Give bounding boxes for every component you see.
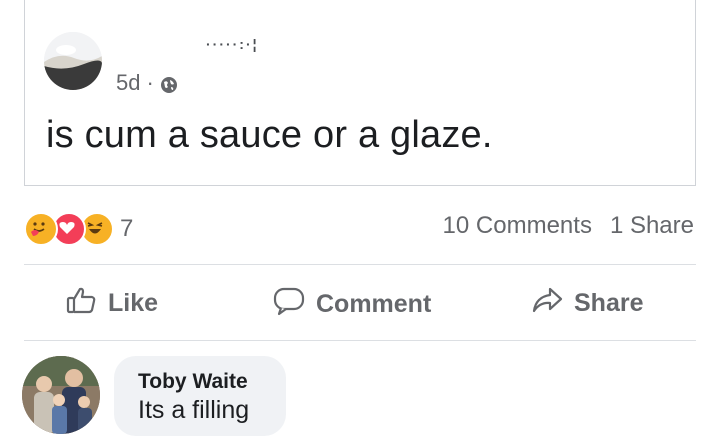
comment-author[interactable]: Toby Waite — [138, 370, 286, 394]
engagement-counts: 10 Comments 1 Share — [443, 212, 694, 240]
post-text: is cum a sauce or a glaze. — [46, 114, 493, 156]
comment-icon — [272, 285, 306, 324]
comment-text: Its a filling — [138, 396, 250, 424]
share-label: Share — [574, 289, 644, 317]
meta-separator: · — [146, 70, 154, 95]
divider — [24, 340, 696, 341]
thumbs-up-icon — [66, 285, 98, 322]
globe-icon — [160, 74, 178, 93]
post-author-avatar[interactable] — [44, 32, 102, 90]
comment-button[interactable]: Comment — [272, 285, 431, 324]
comment-bubble: Toby Waite Its a filling — [114, 356, 286, 436]
share-icon — [530, 285, 564, 322]
comment-label: Comment — [316, 290, 432, 318]
share-button[interactable]: Share — [530, 285, 643, 322]
shares-count[interactable]: 1 Share — [610, 212, 694, 240]
family-photo-icon — [22, 356, 100, 434]
reaction-count: 7 — [120, 215, 134, 242]
reaction-summary[interactable]: 7 — [24, 212, 133, 246]
like-label: Like — [108, 289, 159, 317]
avatar-image — [44, 32, 102, 90]
comments-count[interactable]: 10 Comments — [443, 212, 592, 240]
commenter-avatar[interactable] — [22, 356, 100, 434]
post-timestamp[interactable]: 5d — [116, 70, 140, 96]
like-button[interactable]: Like — [66, 285, 158, 322]
post-author-name[interactable]: ·····:·¦ — [206, 36, 259, 52]
care-reaction-icon — [24, 212, 58, 246]
divider — [24, 264, 696, 265]
post-meta: 5d · — [116, 70, 178, 96]
